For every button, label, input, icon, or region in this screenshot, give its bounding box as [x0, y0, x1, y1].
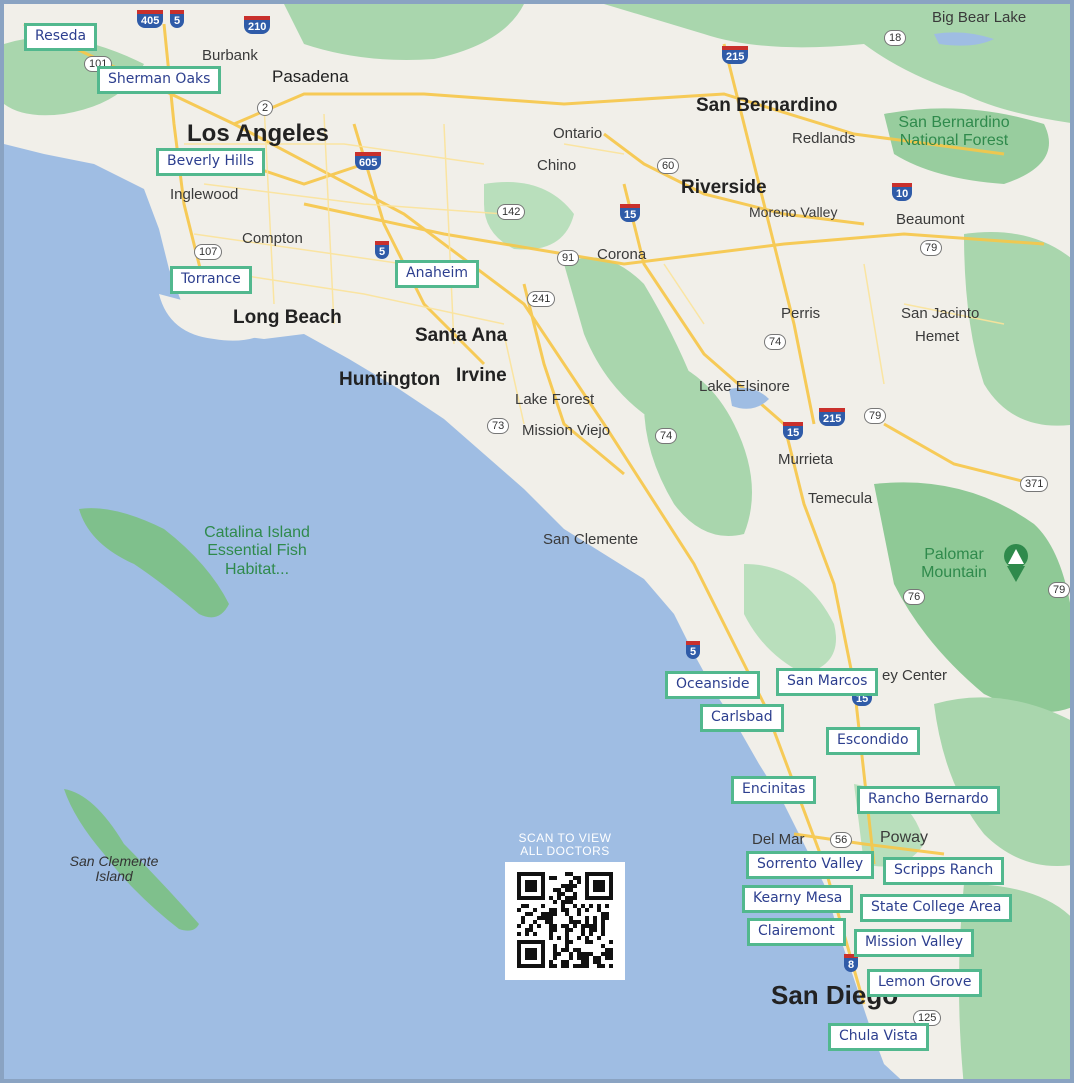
area-tag-mission-valley[interactable]: Mission Valley — [854, 929, 975, 957]
city-label-irvine: Irvine — [456, 365, 507, 386]
route-shield-73: 73 — [487, 418, 510, 435]
city-label-san-jacinto: San Jacinto — [901, 305, 980, 322]
city-label-lake-elsinore: Lake Elsinore — [699, 378, 790, 395]
city-label-redlands: Redlands — [792, 130, 856, 147]
area-tag-carlsbad[interactable]: Carlsbad — [700, 704, 784, 732]
city-label-los-angeles: Los Angeles — [187, 120, 329, 147]
city-label-riverside: Riverside — [681, 177, 767, 198]
city-label-san-bernardino: San Bernardino — [696, 95, 838, 116]
route-shield-18: 18 — [884, 30, 907, 47]
route-shield-91: 91 — [557, 250, 580, 267]
route-shield-405: 405 — [137, 10, 164, 29]
city-label-beaumont: Beaumont — [896, 211, 965, 228]
route-shield-107: 107 — [194, 244, 223, 261]
route-shield-56: 56 — [830, 832, 853, 849]
city-label-perris: Perris — [781, 305, 821, 322]
forest-label-san-bernardino: San Bernardino National Forest — [898, 114, 1010, 150]
qr-code-icon — [517, 872, 613, 969]
area-tag-oceanside[interactable]: Oceanside — [665, 671, 761, 699]
area-tag-chula-vista[interactable]: Chula Vista — [828, 1023, 929, 1051]
area-tag-san-marcos[interactable]: San Marcos — [776, 668, 879, 696]
mountain-label-palomar: Palomar Mountain — [921, 546, 987, 582]
city-label-san-clemente: San Clemente — [543, 531, 639, 548]
route-shield-79-mid: 79 — [864, 408, 887, 425]
city-label-big-bear-lake: Big Bear Lake — [932, 9, 1027, 26]
area-tag-rancho-bernardo[interactable]: Rancho Bernardo — [857, 786, 1000, 814]
area-tag-reseda[interactable]: Reseda — [24, 23, 98, 51]
qr-caption-line2: ALL DOCTORS — [520, 844, 610, 859]
city-label-chino: Chino — [537, 157, 577, 174]
city-label-murrieta: Murrieta — [778, 451, 834, 468]
city-label-poway: Poway — [880, 829, 929, 846]
route-shield-5-mid: 5 — [375, 241, 390, 260]
route-shield-215-south: 215 — [819, 408, 846, 427]
route-shield-15-mid: 15 — [783, 422, 804, 441]
city-label-temecula: Temecula — [808, 490, 873, 507]
route-shield-241: 241 — [527, 291, 556, 308]
area-tag-encinitas[interactable]: Encinitas — [731, 776, 817, 804]
area-tag-sherman-oaks[interactable]: Sherman Oaks — [97, 66, 222, 94]
area-tag-escondido[interactable]: Escondido — [826, 727, 920, 755]
city-label-huntington: Huntington — [339, 369, 441, 390]
route-shield-215-north: 215 — [722, 46, 749, 65]
route-shield-605: 605 — [355, 152, 382, 171]
area-tag-state-college-area[interactable]: State College Area — [860, 894, 1013, 922]
city-label-valley-center: ey Center — [882, 667, 948, 684]
route-shield-210: 210 — [244, 16, 271, 35]
area-tag-lemon-grove[interactable]: Lemon Grove — [867, 969, 983, 997]
city-label-moreno-valley: Moreno Valley — [749, 204, 838, 220]
map[interactable]: Los Angeles San Bernardino Riverside Lon… — [0, 0, 1074, 1083]
qr-code-block[interactable]: SCAN TO VIEW ALL DOCTORS — [500, 831, 630, 981]
route-shield-60: 60 — [657, 158, 680, 175]
city-label-santa-ana: Santa Ana — [415, 325, 508, 346]
route-shield-79-north: 79 — [920, 240, 943, 257]
city-label-long-beach: Long Beach — [233, 307, 342, 328]
route-shield-74-east: 74 — [764, 334, 787, 351]
route-shield-142: 142 — [497, 204, 526, 221]
route-shield-5-north: 5 — [170, 10, 185, 29]
route-shield-76: 76 — [903, 589, 926, 606]
area-tag-beverly-hills[interactable]: Beverly Hills — [156, 148, 265, 176]
city-label-inglewood: Inglewood — [170, 186, 239, 203]
area-tag-clairemont[interactable]: Clairemont — [747, 918, 846, 946]
city-label-del-mar: Del Mar — [752, 831, 805, 848]
area-tag-anaheim[interactable]: Anaheim — [395, 260, 480, 288]
city-label-mission-viejo: Mission Viejo — [522, 422, 611, 439]
area-tag-torrance[interactable]: Torrance — [170, 266, 252, 294]
route-shield-5-south: 5 — [686, 641, 701, 660]
area-tag-sorrento-valley[interactable]: Sorrento Valley — [746, 851, 875, 879]
qr-code[interactable] — [505, 862, 625, 981]
city-label-lake-forest: Lake Forest — [515, 391, 595, 408]
city-label-compton: Compton — [242, 230, 303, 247]
qr-caption: SCAN TO VIEW ALL DOCTORS — [500, 831, 630, 859]
route-shield-8: 8 — [844, 954, 859, 973]
habitat-label-catalina: Catalina Island Essential Fish Habitat..… — [204, 524, 310, 578]
city-label-hemet: Hemet — [915, 328, 960, 345]
route-shield-79-south: 79 — [1048, 582, 1070, 599]
city-label-corona: Corona — [597, 246, 647, 263]
city-label-burbank: Burbank — [202, 47, 258, 64]
area-tag-scripps-ranch[interactable]: Scripps Ranch — [883, 857, 1005, 885]
area-tag-kearny-mesa[interactable]: Kearny Mesa — [742, 885, 854, 913]
route-shield-74-west: 74 — [655, 428, 678, 445]
route-shield-10: 10 — [892, 183, 913, 202]
route-shield-371: 371 — [1020, 476, 1049, 493]
city-label-pasadena: Pasadena — [272, 67, 349, 86]
city-label-ontario: Ontario — [553, 125, 603, 142]
island-label-san-clemente: San Clemente Island — [69, 853, 159, 885]
route-shield-15-north: 15 — [620, 204, 641, 223]
